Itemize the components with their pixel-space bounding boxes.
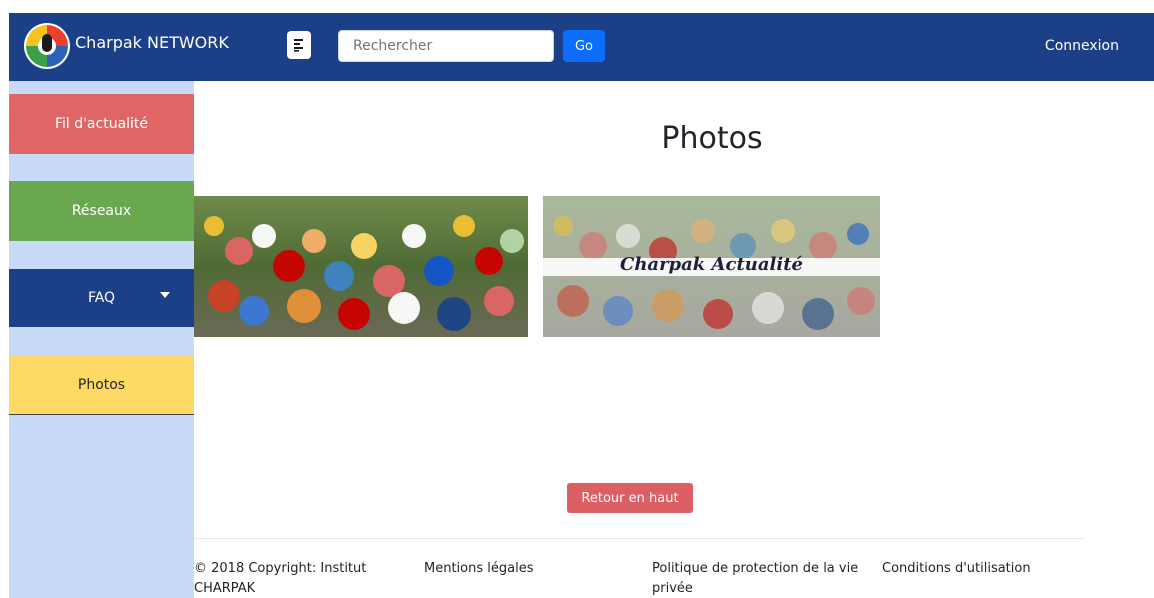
sidebar: Fil d'actualité Réseaux FAQ Photos [9, 81, 194, 598]
document-icon [294, 39, 303, 52]
actualite-photo[interactable]: Charpak Actualité [543, 196, 880, 337]
sidebar-item-label: Fil d'actualité [54, 116, 149, 132]
search-input[interactable] [338, 30, 554, 62]
footer-legal-link[interactable]: Mentions légales [424, 559, 624, 579]
footer-terms-link[interactable]: Conditions d'utilisation [882, 559, 1082, 579]
group-photo-image [194, 196, 528, 337]
sidebar-item-label: FAQ [87, 290, 116, 306]
back-to-top-button[interactable]: Retour en haut [567, 483, 693, 513]
caret-down-icon [160, 292, 170, 298]
footer-privacy-link[interactable]: Politique de protection de la vie privée [652, 559, 862, 598]
search-go-button[interactable]: Go [563, 30, 605, 62]
page-title: Photos [661, 121, 763, 156]
sidebar-item-label: Réseaux [71, 203, 132, 219]
brand[interactable]: Charpak NETWORK [23, 23, 229, 69]
sidebar-item-fil-actualite[interactable]: Fil d'actualité [9, 94, 194, 154]
sidebar-toggle-button[interactable] [287, 31, 311, 59]
sidebar-item-faq[interactable]: FAQ [9, 269, 194, 327]
sidebar-item-label: Photos [77, 376, 126, 393]
footer-copyright: © 2018 Copyright: Institut CHARPAK [194, 561, 367, 596]
group-photo[interactable] [194, 196, 528, 337]
navbar: Charpak NETWORK Go Connexion [9, 13, 1154, 81]
photo-caption: Charpak Actualité [620, 254, 803, 275]
login-link[interactable]: Connexion [1045, 38, 1119, 54]
footer-divider [194, 538, 1085, 539]
brand-name: Charpak NETWORK [75, 33, 229, 52]
logo-icon [24, 23, 70, 69]
sidebar-item-reseaux[interactable]: Réseaux [9, 181, 194, 241]
sidebar-item-photos[interactable]: Photos [9, 355, 194, 415]
page: Charpak NETWORK Go Connexion Fil d'actua… [9, 13, 1154, 598]
